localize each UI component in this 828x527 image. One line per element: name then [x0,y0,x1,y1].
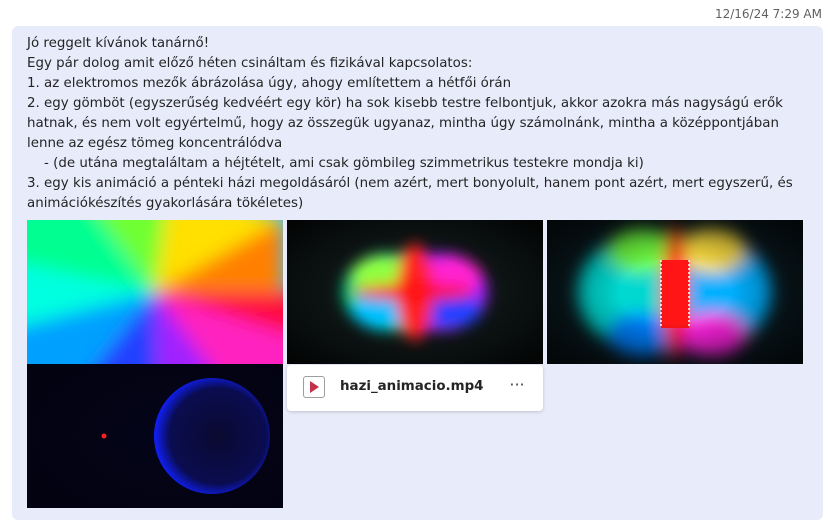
field-capacitor-image[interactable] [547,220,803,364]
message-line: 2. egy gömböt (egyszerűség kedvéért egy … [27,96,788,151]
message-text: Jó reggelt kívánok tanárnő! Egy pár dolo… [27,34,812,214]
play-icon[interactable] [303,376,325,398]
file-name[interactable]: hazi_animacio.mp4 [340,379,483,394]
sphere-gravity-image[interactable] [27,364,283,508]
message-line: 1. az elektromos mezők ábrázolása úgy, a… [27,76,512,91]
message-bubble: Jó reggelt kívánok tanárnő! Egy pár dolo… [12,26,823,520]
more-options-button[interactable]: ··· [507,375,527,395]
message-line: Egy pár dolog amit előző héten csináltam… [27,56,473,71]
message-line: 3. egy kis animáció a pénteki házi megol… [27,176,798,211]
field-dipole-image[interactable] [287,220,543,364]
message-timestamp: 12/16/24 7:29 AM [714,7,822,21]
message-line: - (de utána megtaláltam a héjtételt, ami… [27,156,644,171]
field-single-charge-image[interactable] [27,220,283,364]
video-file-card[interactable]: hazi_animacio.mp4 ··· [287,365,543,411]
message-line: Jó reggelt kívánok tanárnő! [27,36,210,51]
